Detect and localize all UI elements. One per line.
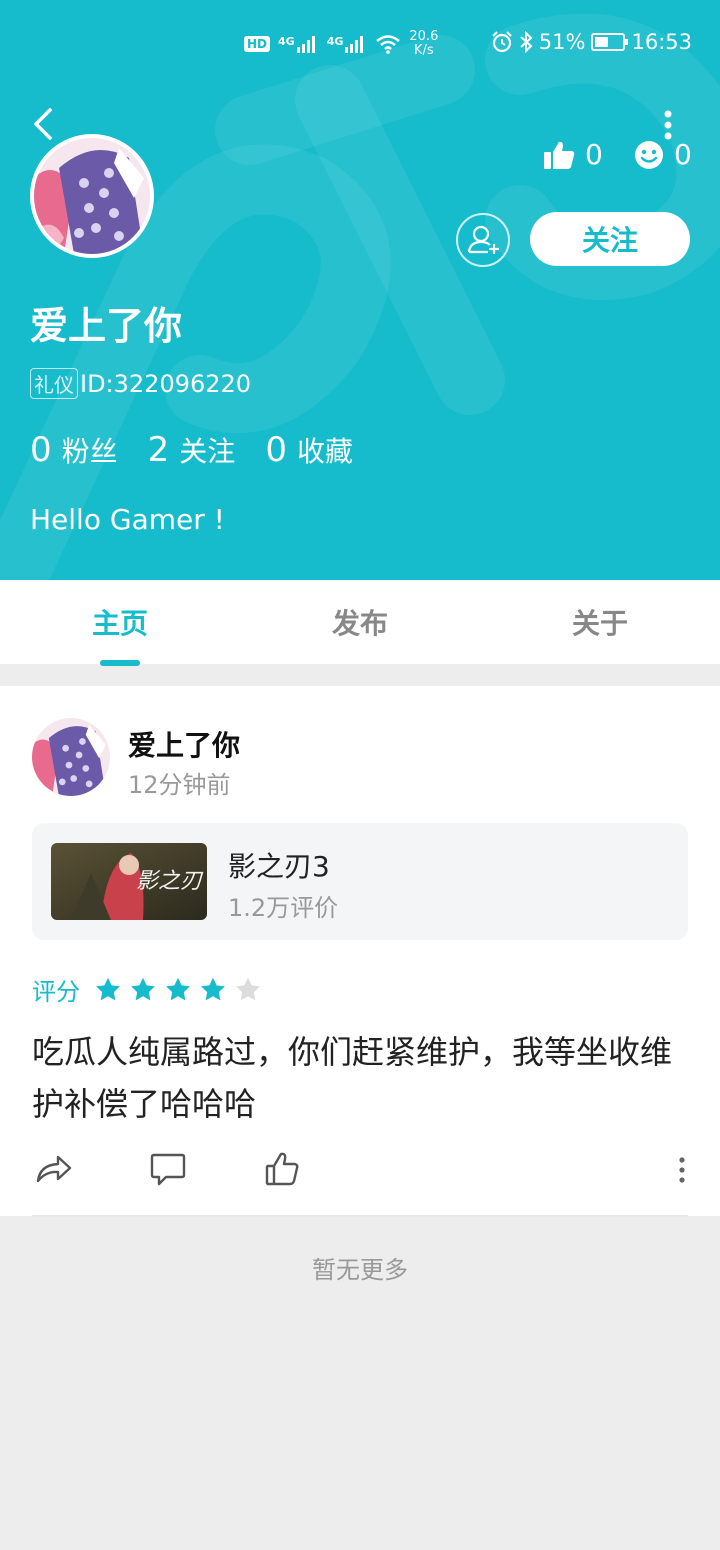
battery-icon — [591, 33, 629, 51]
follow-counts: 0 粉丝 2 关注 0 收藏 — [30, 430, 383, 470]
status-bar: HD 4G 4G 20.6 K/s 51% 16:53 — [0, 28, 720, 62]
share-icon[interactable] — [34, 1149, 74, 1189]
star-icon — [166, 977, 190, 1000]
wifi-icon — [376, 35, 401, 54]
bluetooth-icon — [520, 31, 533, 53]
etiquette-badge[interactable]: 礼仪 — [30, 368, 78, 399]
following-count[interactable]: 2 — [148, 430, 170, 470]
post-avatar-image — [32, 718, 110, 796]
game-card[interactable]: 影之刃 影之刃3 1.2万评价 — [32, 823, 688, 940]
rating-label: 评分 — [32, 978, 80, 1006]
signal-icon-2: 4G — [327, 35, 368, 53]
likes-stat[interactable]: 0 — [543, 138, 603, 171]
battery-level — [595, 37, 609, 47]
star-icon — [236, 977, 260, 1000]
post-author-avatar[interactable] — [32, 718, 110, 796]
star-icon — [96, 977, 120, 1000]
post-author-name[interactable]: 爱上了你 — [128, 724, 240, 764]
user-id-row: 礼仪 ID:322096220 — [30, 368, 251, 399]
watermark-logo — [0, 13, 720, 580]
user-name: 爱上了你 — [30, 304, 183, 348]
avatar-image — [34, 138, 150, 254]
no-more-text: 暂无更多 — [312, 1256, 408, 1284]
reactions-stat[interactable]: 0 — [634, 138, 692, 171]
back-icon[interactable] — [28, 106, 58, 142]
post-more-icon[interactable] — [676, 1156, 688, 1184]
network-speed: 20.6 K/s — [409, 29, 439, 58]
thumbs-up-icon — [544, 141, 575, 169]
tab-indicator — [100, 660, 140, 666]
tab-about[interactable]: 关于 — [480, 602, 720, 642]
post-card: 爱上了你 12分钟前 影之刃 影之刃3 1.2万评价 评分 吃瓜人纯属路过，你们… — [0, 686, 720, 1216]
fans-count[interactable]: 0 — [30, 430, 52, 470]
favorites-label[interactable]: 收藏 — [297, 430, 353, 470]
tab-posts[interactable]: 发布 — [240, 602, 480, 642]
smiley-icon — [635, 140, 663, 169]
profile-tabs: 主页 发布 关于 — [0, 580, 720, 664]
rating-row: 评分 — [32, 972, 262, 1007]
alarm-icon — [492, 31, 512, 53]
favorites-count[interactable]: 0 — [265, 430, 287, 470]
clock: 16:53 — [631, 30, 692, 54]
star-icon — [131, 977, 155, 1000]
game-reviews: 1.2万评价 — [228, 894, 339, 922]
profile-header: HD 4G 4G 20.6 K/s 51% 16:53 0 0 关注 爱上了你 … — [0, 0, 720, 580]
likes-count: 0 — [585, 138, 603, 171]
divider — [32, 1215, 688, 1217]
fans-label[interactable]: 粉丝 — [62, 430, 118, 470]
user-id: ID:322096220 — [80, 369, 252, 398]
star-icon — [201, 977, 225, 1000]
battery-percent: 51% — [538, 30, 586, 54]
avatar[interactable] — [30, 134, 154, 258]
comment-icon[interactable] — [148, 1149, 188, 1189]
post-body: 吃瓜人纯属路过，你们赶紧维护，我等坐收维护补偿了哈哈哈 — [32, 1033, 673, 1123]
signal-icon: 4G — [278, 35, 319, 53]
game-thumb-logo: 影之刃 — [136, 869, 204, 894]
follow-button[interactable]: 关注 — [530, 212, 690, 266]
post-time: 12分钟前 — [128, 771, 231, 799]
rating-stars — [94, 976, 262, 1004]
reactions-count: 0 — [674, 138, 692, 171]
game-title: 影之刃3 — [228, 850, 330, 883]
game-thumbnail: 影之刃 — [51, 843, 207, 920]
tab-home[interactable]: 主页 — [0, 602, 240, 642]
status-right: 51% 16:53 — [491, 30, 692, 54]
status-left: HD 4G 4G 20.6 K/s — [244, 30, 438, 58]
add-friend-icon — [467, 225, 499, 254]
like-icon[interactable] — [262, 1149, 302, 1189]
following-label[interactable]: 关注 — [179, 430, 235, 470]
add-friend-button[interactable] — [456, 213, 510, 267]
hd-icon: HD — [244, 36, 271, 52]
more-icon[interactable] — [660, 108, 676, 142]
user-bio: Hello Gamer ! — [30, 503, 225, 536]
